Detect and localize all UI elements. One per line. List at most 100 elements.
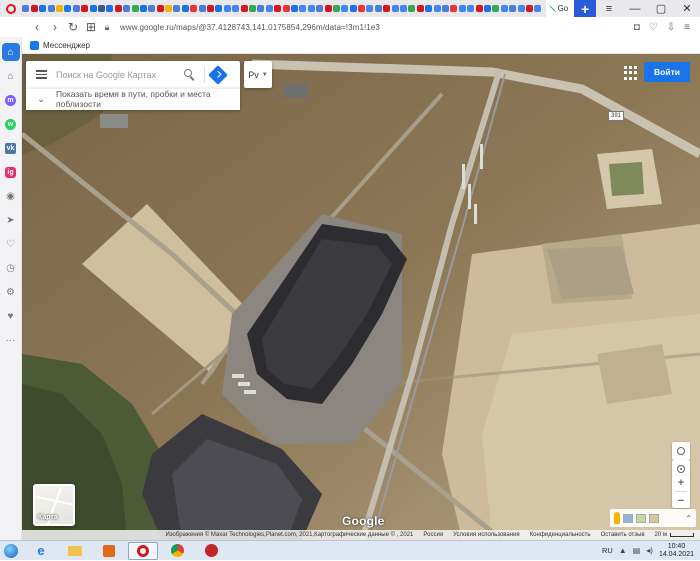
sidebar-heart-icon[interactable]: ♡ [2,235,20,253]
tab[interactable] [416,3,424,15]
taskbar-opera[interactable] [128,541,158,560]
tab[interactable] [332,3,340,15]
tab[interactable] [148,3,156,15]
tab[interactable] [206,3,215,15]
tab[interactable] [139,3,147,15]
tab[interactable] [257,3,265,15]
camera-icon[interactable]: ◘ [634,22,640,33]
country-link[interactable]: Россия [423,532,443,538]
imagery-thumb-3[interactable] [649,513,659,523]
imagery-thumb-2[interactable] [636,513,646,523]
feedback-link[interactable]: Оставить отзыв [601,532,645,538]
tab[interactable] [483,3,491,15]
tab[interactable] [223,3,231,15]
sidebar-instagram-icon[interactable]: ig [2,163,20,181]
tab[interactable] [391,3,399,15]
compass-button[interactable] [672,442,690,460]
tab[interactable] [39,3,47,15]
tab[interactable] [517,3,525,15]
tab[interactable] [466,3,475,15]
tab[interactable] [408,3,416,15]
terms-link[interactable]: Условия использования [453,532,520,538]
tab[interactable] [97,3,105,15]
menu-icon[interactable]: ≡ [684,22,690,33]
google-apps-icon[interactable] [624,66,638,80]
sidebar-more-icon[interactable]: ··· [2,331,20,349]
tab[interactable] [114,3,122,15]
sidebar-send-icon[interactable]: ➤ [2,211,20,229]
tab[interactable] [55,3,64,15]
taskbar-explorer[interactable] [60,542,90,560]
tab[interactable] [198,3,206,15]
tab[interactable] [492,3,500,15]
opera-menu-button[interactable] [0,0,22,17]
tab-menu-icon[interactable]: ≡ [596,0,622,17]
sidebar-messenger-icon[interactable]: m [2,91,20,109]
sidebar-vk-icon[interactable]: vk [2,139,20,157]
url-field[interactable]: www.google.ru/maps/@37.4128743,141.01758… [120,23,380,32]
map-type-toggle[interactable]: Карта [33,484,75,526]
tab[interactable] [131,3,139,15]
tab[interactable] [64,3,72,15]
clock[interactable]: 10:40 14.04.2021 [659,543,694,559]
tab[interactable] [47,3,55,15]
tab[interactable] [508,3,517,15]
tab[interactable] [265,3,273,15]
taskbar-app[interactable] [196,542,226,560]
login-button[interactable]: Войти [644,62,690,82]
forward-button[interactable]: › [46,20,64,34]
tab[interactable] [534,3,542,15]
bookmark-messenger[interactable]: Мессенджер [43,41,90,50]
sidebar-history-icon[interactable]: ◷ [2,259,20,277]
map-canvas[interactable]: ⌄ Показать время в пути, пробки и места … [22,54,700,540]
tray-expand-icon[interactable]: ▲ [619,546,627,555]
tab[interactable] [450,3,458,15]
tab[interactable] [106,3,114,15]
tab[interactable] [173,3,181,15]
pegman-icon[interactable] [614,512,620,524]
privacy-link[interactable]: Конфиденциальность [530,532,591,538]
imagery-thumb-1[interactable] [623,513,633,523]
tab[interactable] [190,3,198,15]
tab[interactable] [307,3,315,15]
tab[interactable] [349,3,357,15]
tab[interactable] [433,3,441,15]
sidebar-home-icon[interactable]: ⌂ [1,43,20,61]
download-icon[interactable]: ⇩ [667,22,675,33]
tab[interactable] [299,3,307,15]
layer-chip[interactable]: Рv ▼ [244,61,272,88]
close-window-button[interactable]: ✕ [674,0,700,17]
tab[interactable] [156,3,164,15]
tab[interactable] [122,3,131,15]
start-button[interactable] [0,541,22,561]
tab[interactable] [366,3,374,15]
tab[interactable] [425,3,433,15]
tab[interactable] [30,3,38,15]
tab[interactable] [315,3,324,15]
tab[interactable] [181,3,189,15]
tab[interactable] [383,3,391,15]
reload-button[interactable]: ↻ [64,20,82,34]
sidebar-whatsapp-icon[interactable]: w [2,115,20,133]
tab[interactable] [215,3,223,15]
hamburger-menu-icon[interactable] [26,70,56,79]
directions-icon[interactable] [208,64,228,85]
tab[interactable] [282,3,290,15]
tab[interactable] [525,3,533,15]
minimize-button[interactable]: — [622,0,648,17]
network-icon[interactable]: ▤ [633,546,641,555]
search-icon[interactable] [182,67,198,83]
sidebar-home-outline-icon[interactable]: ⌂ [2,67,20,85]
taskbar-chrome[interactable] [162,542,192,560]
taskbar-ie[interactable]: e [26,542,56,560]
tab[interactable] [399,3,408,15]
tab[interactable] [290,3,298,15]
tab[interactable] [248,3,256,15]
maximize-button[interactable]: ▢ [648,0,674,17]
tab[interactable] [341,3,349,15]
scale-bar[interactable]: 20 м [655,532,694,538]
tab[interactable] [72,3,80,15]
tab[interactable] [441,3,449,15]
tab[interactable] [500,3,508,15]
heart-icon[interactable]: ♡ [649,22,658,33]
